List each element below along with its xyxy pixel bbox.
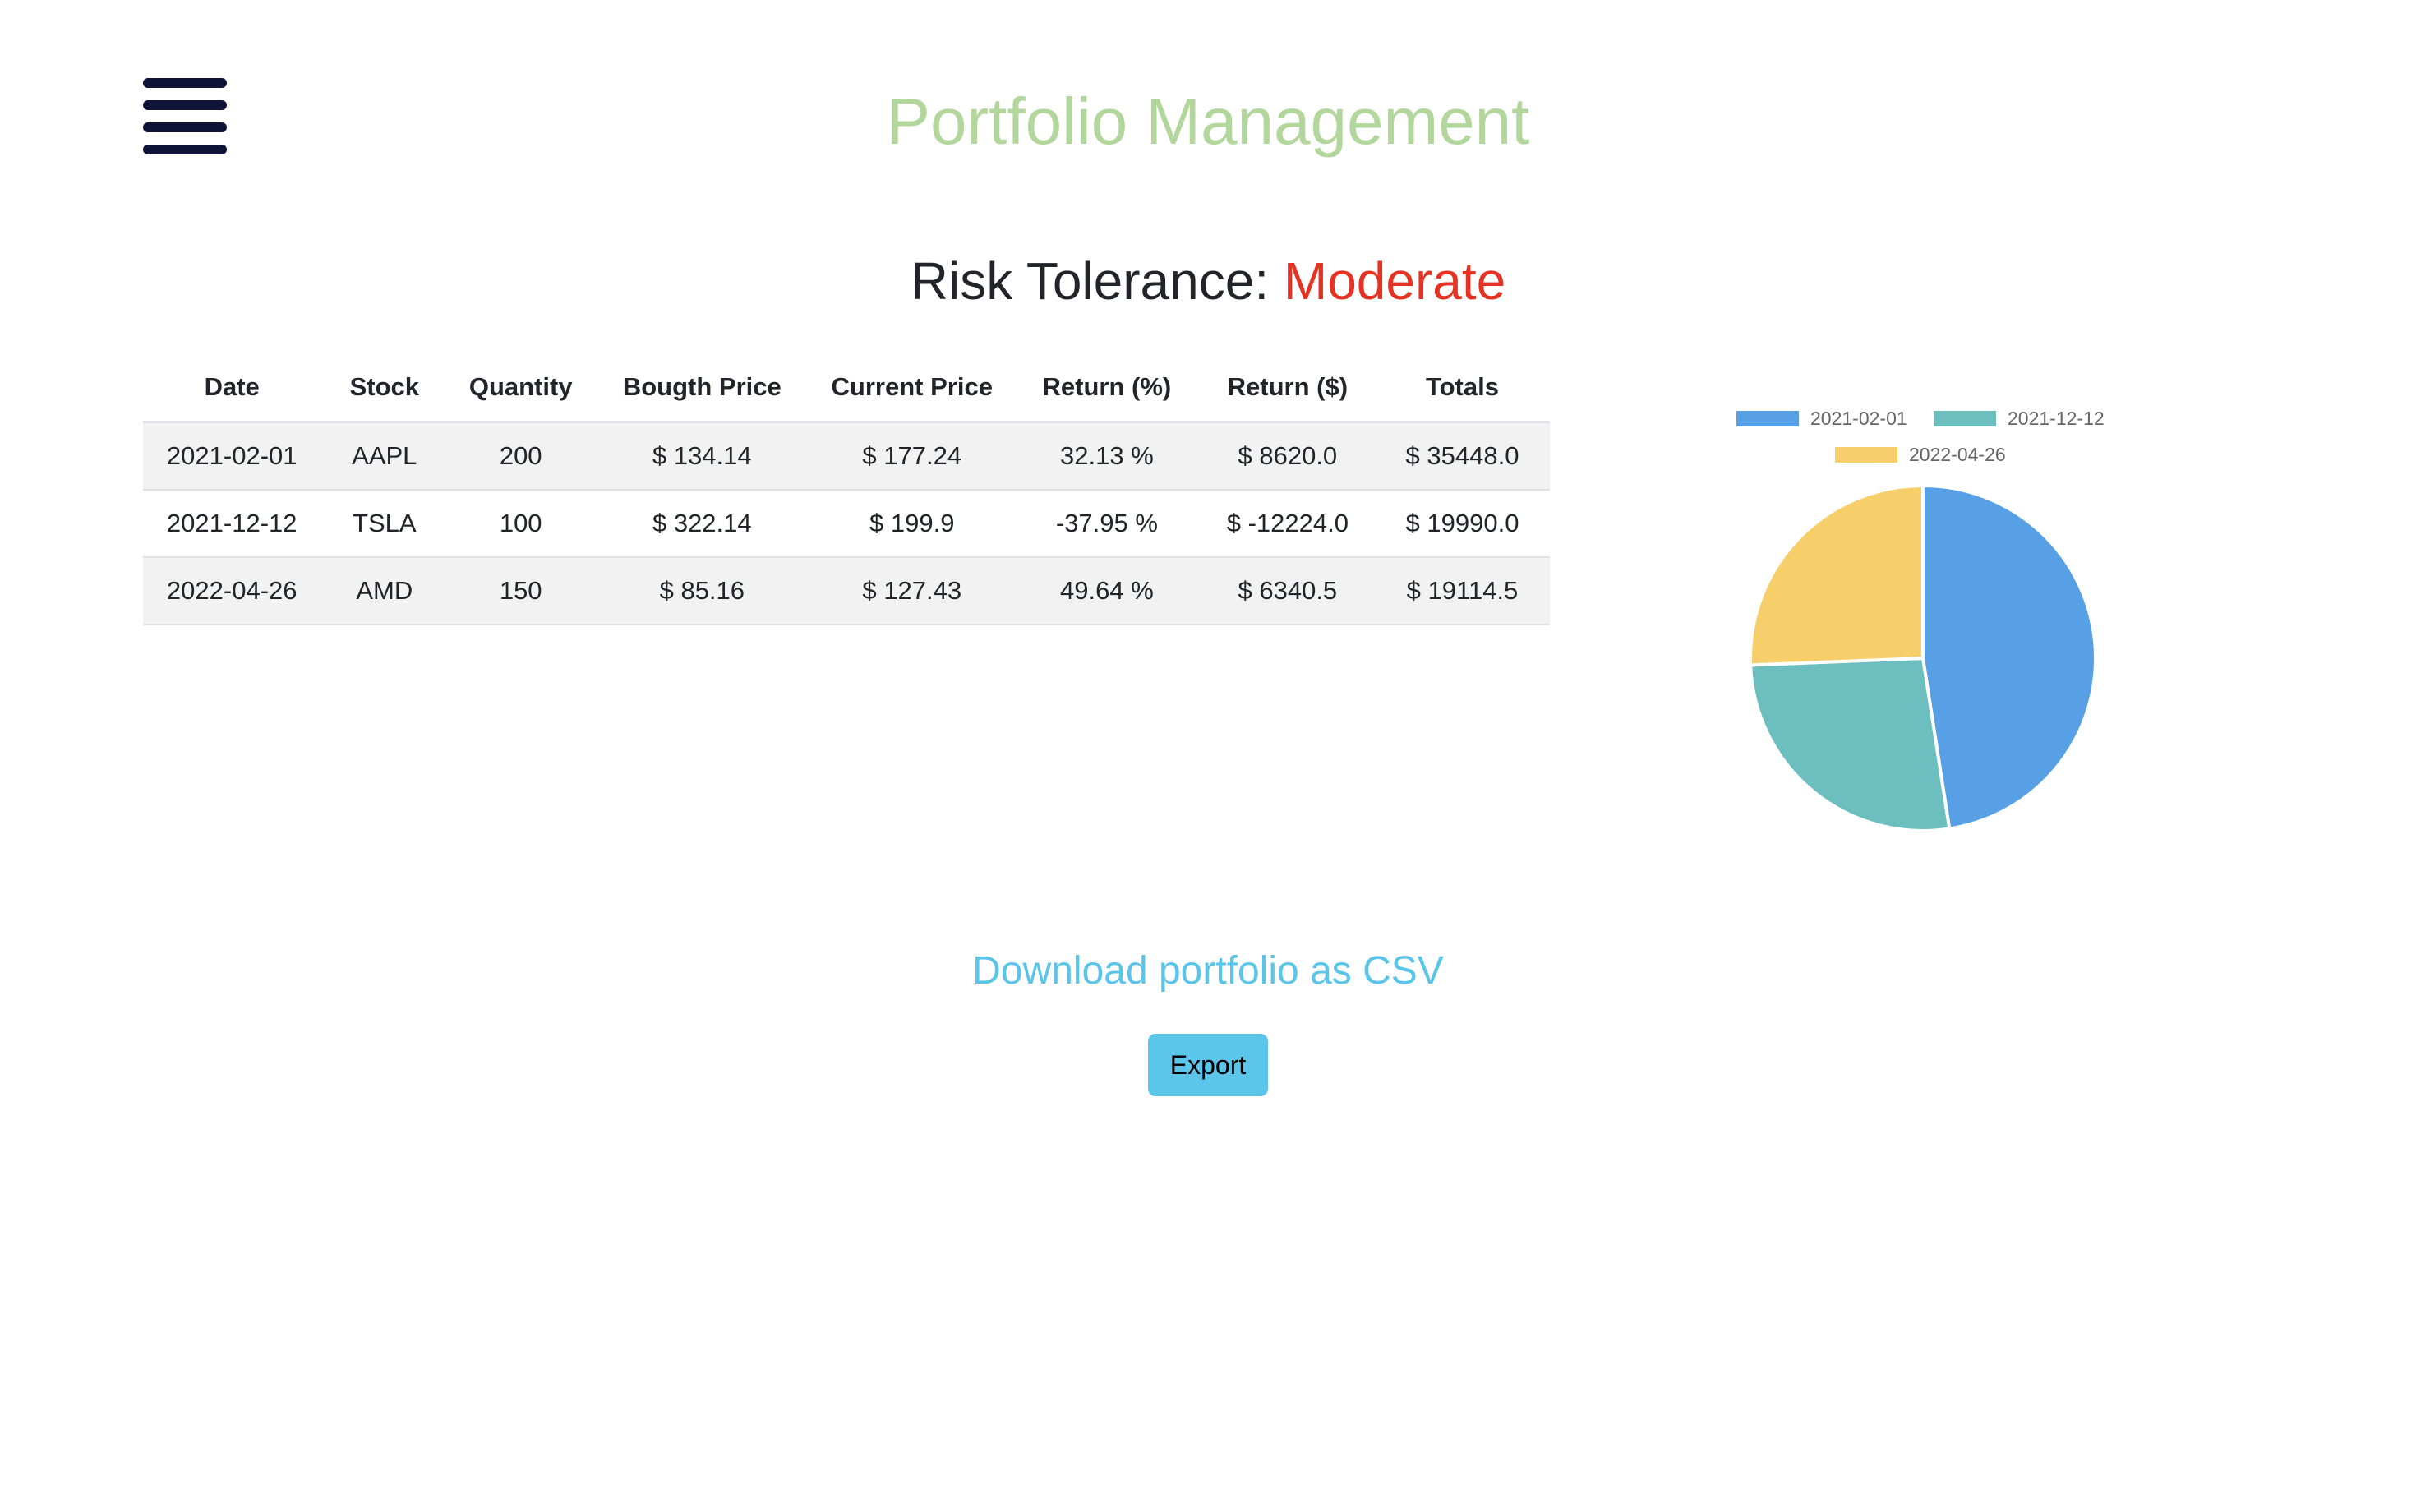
- pie-slice[interactable]: [1921, 483, 2097, 831]
- cell-return-percent: -37.95 %: [1013, 490, 1201, 558]
- legend-swatch[interactable]: [1934, 411, 1996, 426]
- table-header-row: Date Stock Quantity Bougth Price Current…: [143, 353, 1550, 423]
- cell-return-percent: 49.64 %: [1013, 557, 1201, 625]
- column-header-stock: Stock: [320, 353, 449, 423]
- cell-total: $ 19990.0: [1374, 490, 1550, 558]
- legend-label: 2022-04-26: [1909, 444, 2006, 465]
- cell-stock: AMD: [320, 557, 449, 625]
- legend-swatch[interactable]: [1736, 411, 1799, 426]
- table-row: 2021-12-12 TSLA 100 $ 322.14 $ 199.9 -37…: [143, 490, 1550, 558]
- cell-bought-price: $ 322.14: [593, 490, 811, 558]
- cell-return-dollar: $ 8620.0: [1200, 422, 1375, 491]
- risk-tolerance-value: Moderate: [1283, 251, 1506, 311]
- download-heading: Download portfolio as CSV: [972, 949, 1444, 993]
- cell-quantity: 150: [448, 557, 594, 625]
- risk-tolerance-label: Risk Tolerance:: [910, 251, 1270, 311]
- cell-date: 2022-04-26: [143, 557, 321, 625]
- column-header-current-price: Current Price: [810, 353, 1014, 423]
- pie-slice[interactable]: [1749, 483, 1925, 667]
- export-button[interactable]: Export: [1148, 1034, 1268, 1096]
- cell-return-dollar: $ -12224.0: [1200, 490, 1375, 558]
- cell-total: $ 19114.5: [1374, 557, 1550, 625]
- portfolio-table: Date Stock Quantity Bougth Price Current…: [143, 353, 1550, 625]
- column-header-totals: Totals: [1374, 353, 1550, 423]
- cell-quantity: 100: [448, 490, 594, 558]
- cell-quantity: 200: [448, 422, 594, 491]
- cell-return-percent: 32.13 %: [1013, 422, 1201, 491]
- cell-current-price: $ 127.43: [810, 557, 1014, 625]
- cell-stock: AAPL: [320, 422, 449, 491]
- legend-swatch[interactable]: [1835, 447, 1897, 463]
- legend-label: 2021-02-01: [1810, 408, 1907, 429]
- pie-slice[interactable]: [1749, 656, 1952, 832]
- cell-total: $ 35448.0: [1374, 422, 1550, 491]
- column-header-return-percent: Return (%): [1013, 353, 1201, 423]
- cell-stock: TSLA: [320, 490, 449, 558]
- risk-tolerance: Risk Tolerance: Moderate: [0, 248, 2416, 314]
- cell-bought-price: $ 85.16: [593, 557, 811, 625]
- column-header-return-dollar: Return ($): [1200, 353, 1375, 423]
- cell-return-dollar: $ 6340.5: [1200, 557, 1375, 625]
- legend-label: 2021-12-12: [2008, 408, 2105, 429]
- cell-date: 2021-02-01: [143, 422, 321, 491]
- cell-current-price: $ 199.9: [810, 490, 1014, 558]
- table-row: 2022-04-26 AMD 150 $ 85.16 $ 127.43 49.6…: [143, 557, 1550, 625]
- cell-date: 2021-12-12: [143, 490, 321, 558]
- column-header-date: Date: [143, 353, 321, 423]
- cell-current-price: $ 177.24: [810, 422, 1014, 491]
- page-title: Portfolio Management: [886, 85, 1530, 158]
- column-header-quantity: Quantity: [448, 353, 594, 423]
- cell-bought-price: $ 134.14: [593, 422, 811, 491]
- table-row: 2021-02-01 AAPL 200 $ 134.14 $ 177.24 32…: [143, 422, 1550, 491]
- portfolio-pie-chart: 2021-02-01 2021-12-122022-04-26: [1736, 408, 2105, 832]
- column-header-bought-price: Bougth Price: [593, 353, 811, 423]
